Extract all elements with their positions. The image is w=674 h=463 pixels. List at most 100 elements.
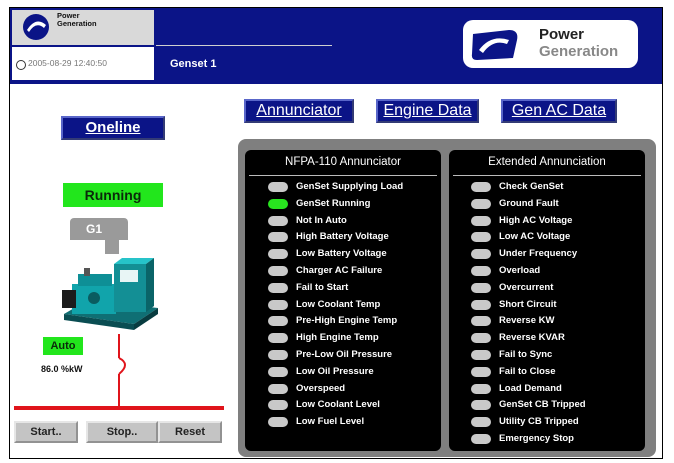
- brand-logo-panel: Power Generation: [463, 20, 638, 68]
- brand-line2: Generation: [539, 43, 619, 60]
- extended-item-label: Under Frequency: [499, 248, 578, 260]
- status-led-icon: [471, 282, 491, 293]
- extended-title: Extended Annunciation: [488, 156, 606, 168]
- start-button[interactable]: Start..: [14, 421, 78, 443]
- extended-item: Utility CB Tripped: [449, 414, 645, 431]
- nfpa-item-label: High Battery Voltage: [296, 231, 389, 243]
- extended-item-label: Check GenSet: [499, 181, 564, 192]
- nfpa-item: Pre-Low Oil Pressure: [245, 347, 441, 364]
- cummins-logo-icon: [23, 14, 49, 40]
- status-led-icon: [268, 333, 288, 344]
- status-led-icon: [268, 417, 288, 428]
- status-led-icon: [268, 249, 288, 260]
- nfpa-item-list: GenSet Supplying Load GenSet Running Not I…: [245, 179, 441, 431]
- nfpa-annunciator-column: NFPA-110 Annunciator GenSet Supplying Lo…: [245, 150, 441, 451]
- nfpa-item-label: GenSet Running: [296, 197, 371, 209]
- status-led-icon: [268, 299, 288, 310]
- header-divider: [156, 45, 332, 46]
- extended-item: Under Frequency: [449, 246, 645, 263]
- cummins-brand-icon: [471, 30, 518, 60]
- status-led-icon: [268, 182, 288, 192]
- gen-ac-data-button[interactable]: Gen AC Data: [501, 99, 617, 123]
- genset-icon[interactable]: [58, 250, 162, 334]
- status-led-icon: [268, 383, 288, 394]
- status-led-icon: [268, 282, 288, 293]
- nfpa-item: Fail to Start: [245, 280, 441, 297]
- extended-item: High AC Voltage: [449, 213, 645, 230]
- extended-item: GenSet CB Tripped: [449, 397, 645, 414]
- extended-item-label: Load Demand: [499, 382, 562, 394]
- status-led-icon: [268, 215, 288, 226]
- nfpa-item: Overspeed: [245, 381, 441, 398]
- clock-icon: [16, 60, 26, 70]
- status-led-icon: [471, 366, 491, 377]
- extended-item-label: Overcurrent: [499, 281, 554, 293]
- nfpa-item-label: Overspeed: [296, 382, 346, 394]
- nfpa-item: Low Battery Voltage: [245, 246, 441, 263]
- nfpa-item: Charger AC Failure: [245, 263, 441, 280]
- extended-item: Ground Fault: [449, 196, 645, 213]
- genset-name-label: Genset 1: [170, 58, 217, 70]
- status-led-icon: [471, 215, 491, 226]
- reset-button[interactable]: Reset: [158, 421, 222, 443]
- engine-data-button[interactable]: Engine Data: [376, 99, 479, 123]
- nfpa-item-label: High Engine Temp: [296, 332, 379, 344]
- extended-annunciation-column: Extended Annunciation Check GenSet Ground…: [449, 150, 645, 451]
- small-logo-panel: Power Generation: [12, 10, 154, 45]
- status-led-icon: [471, 417, 491, 428]
- status-led-icon: [471, 299, 491, 310]
- status-led-icon: [471, 182, 491, 192]
- brand-line1: Power: [539, 26, 585, 43]
- extended-item: Overload: [449, 263, 645, 280]
- extended-item-label: Utility CB Tripped: [499, 416, 579, 428]
- nfpa-item-label: Low Coolant Temp: [296, 298, 381, 310]
- extended-item: Emergency Stop: [449, 431, 645, 448]
- status-led-icon: [471, 198, 491, 209]
- status-led-icon: [471, 316, 491, 327]
- running-status-badge: Running: [63, 183, 163, 207]
- status-led-icon: [471, 383, 491, 394]
- nfpa-item: Not In Auto: [245, 213, 441, 230]
- extended-item: Fail to Sync: [449, 347, 645, 364]
- nfpa-item-label: Not In Auto: [296, 214, 347, 226]
- nfpa-item: Low Fuel Level: [245, 414, 441, 431]
- status-led-icon: [268, 349, 288, 360]
- timestamp-panel: 2005-08-29 12:40:50: [12, 47, 154, 80]
- status-led-icon: [471, 232, 491, 243]
- nfpa-item-label: Pre-Low Oil Pressure: [296, 348, 393, 360]
- annunciator-panel: NFPA-110 Annunciator GenSet Supplying Lo…: [238, 139, 656, 457]
- extended-item-label: Low AC Voltage: [499, 231, 571, 243]
- extended-item: Fail to Close: [449, 364, 645, 381]
- status-led-icon: [471, 265, 491, 276]
- extended-item-label: Short Circuit: [499, 298, 557, 310]
- main-window: Power Generation 2005-08-29 12:40:50 Gens…: [9, 7, 663, 459]
- nfpa-item: High Battery Voltage: [245, 229, 441, 246]
- header-bar: Power Generation 2005-08-29 12:40:50 Gens…: [10, 8, 662, 84]
- status-led-icon: [471, 400, 491, 411]
- nfpa-item: GenSet Supplying Load: [245, 179, 441, 196]
- status-led-icon: [471, 433, 491, 444]
- stop-button[interactable]: Stop..: [86, 421, 158, 443]
- extended-item: Reverse KVAR: [449, 330, 645, 347]
- timestamp-text: 2005-08-29 12:40:50: [28, 58, 107, 68]
- oneline-button[interactable]: Oneline: [61, 116, 165, 140]
- nfpa-item-label: Low Fuel Level: [296, 416, 365, 428]
- status-led-icon: [471, 349, 491, 360]
- nfpa-title-divider: [249, 175, 437, 176]
- extended-item-list: Check GenSet Ground Fault High AC Voltage L…: [449, 179, 645, 448]
- annunciator-button[interactable]: Annunciator: [244, 99, 354, 123]
- status-led-icon: [268, 265, 288, 276]
- nfpa-title: NFPA-110 Annunciator: [285, 156, 401, 168]
- extended-item-label: Emergency Stop: [499, 432, 574, 444]
- extended-item-label: Reverse KVAR: [499, 332, 565, 344]
- extended-item-label: Overload: [499, 264, 541, 276]
- extended-item: Short Circuit: [449, 297, 645, 314]
- extended-item: Load Demand: [449, 381, 645, 398]
- nfpa-item: Low Oil Pressure: [245, 364, 441, 381]
- small-logo-text: Power Generation: [57, 11, 97, 28]
- status-led-icon: [268, 366, 288, 377]
- extended-title-divider: [453, 175, 641, 176]
- nfpa-item: High Engine Temp: [245, 330, 441, 347]
- genset-tag: G1: [70, 218, 128, 240]
- nfpa-item-label: Low Coolant Level: [296, 399, 380, 411]
